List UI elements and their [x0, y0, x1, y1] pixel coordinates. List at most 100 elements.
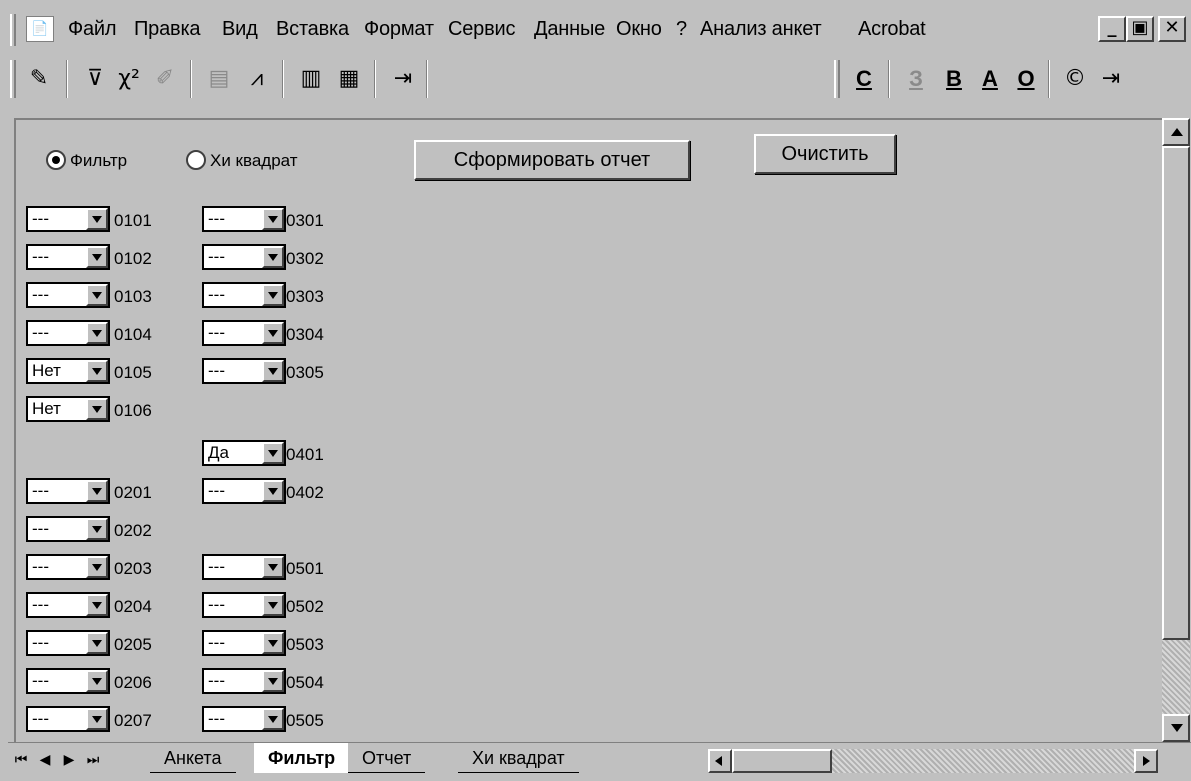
menu-edit[interactable]: Правка: [134, 18, 201, 41]
dropdown-arrow-icon[interactable]: [262, 632, 284, 654]
tab-report[interactable]: Отчет: [348, 743, 426, 773]
combo-0305[interactable]: ---: [202, 358, 286, 384]
radio-chi-square[interactable]: Хи квадрат: [186, 148, 298, 174]
combo-0304[interactable]: ---: [202, 320, 286, 346]
clear-icon[interactable]: ✐: [148, 62, 182, 96]
scroll-track[interactable]: [1162, 640, 1190, 714]
menu-tools[interactable]: Сервис: [448, 18, 515, 41]
dropdown-arrow-icon[interactable]: [86, 480, 108, 502]
dropdown-arrow-icon[interactable]: [262, 284, 284, 306]
combo-0401[interactable]: Да: [202, 440, 286, 466]
chi-square-icon[interactable]: χ²: [112, 62, 146, 96]
document-icon[interactable]: 📄: [26, 16, 54, 42]
toolbar-letter-a[interactable]: А: [974, 64, 1006, 96]
combo-0202[interactable]: ---: [26, 516, 110, 542]
chart-icon[interactable]: ⩘: [240, 62, 274, 96]
tab-filter[interactable]: Фильтр: [254, 743, 350, 773]
last-sheet-icon[interactable]: ⏭: [82, 749, 104, 771]
radio-filter[interactable]: Фильтр: [46, 148, 127, 174]
dropdown-arrow-icon[interactable]: [262, 670, 284, 692]
generate-report-button[interactable]: Сформировать отчет: [414, 140, 690, 180]
dropdown-arrow-icon[interactable]: [262, 556, 284, 578]
save-form-icon[interactable]: ▦: [332, 62, 366, 96]
toolbar-letter-v[interactable]: В: [938, 64, 970, 96]
horizontal-scrollbar[interactable]: [708, 749, 1158, 773]
menu-insert[interactable]: Вставка: [276, 18, 349, 41]
combo-0203[interactable]: ---: [26, 554, 110, 580]
combo-0502[interactable]: ---: [202, 592, 286, 618]
menu-grip[interactable]: [10, 14, 16, 46]
combo-0103[interactable]: ---: [26, 282, 110, 308]
combo-0205[interactable]: ---: [26, 630, 110, 656]
toolbar-letter-o[interactable]: О: [1010, 64, 1042, 96]
dropdown-arrow-icon[interactable]: [86, 322, 108, 344]
next-sheet-icon[interactable]: ▶: [58, 749, 80, 771]
dropdown-arrow-icon[interactable]: [86, 360, 108, 382]
dropdown-arrow-icon[interactable]: [262, 208, 284, 230]
dropdown-arrow-icon[interactable]: [262, 594, 284, 616]
dropdown-arrow-icon[interactable]: [262, 442, 284, 464]
dropdown-arrow-icon[interactable]: [86, 708, 108, 730]
edit-sheet-icon[interactable]: ✎: [22, 62, 56, 96]
scroll-left-button[interactable]: [708, 749, 732, 773]
radio-chi-square-dot[interactable]: [186, 150, 206, 170]
close-button[interactable]: ✕: [1158, 16, 1186, 42]
combo-0301[interactable]: ---: [202, 206, 286, 232]
toolbar-grip[interactable]: [10, 60, 16, 98]
combo-0207[interactable]: ---: [26, 706, 110, 732]
minimize-button[interactable]: _: [1098, 16, 1126, 42]
scroll-right-button[interactable]: [1134, 749, 1158, 773]
combo-0505[interactable]: ---: [202, 706, 286, 732]
combo-0402[interactable]: ---: [202, 478, 286, 504]
restore-button[interactable]: ▣: [1126, 16, 1154, 42]
dropdown-arrow-icon[interactable]: [262, 360, 284, 382]
dropdown-arrow-icon[interactable]: [262, 480, 284, 502]
combo-0204[interactable]: ---: [26, 592, 110, 618]
dropdown-arrow-icon[interactable]: [86, 518, 108, 540]
combo-0101[interactable]: ---: [26, 206, 110, 232]
dropdown-arrow-icon[interactable]: [86, 670, 108, 692]
scroll-thumb[interactable]: [1162, 146, 1190, 640]
exit-icon[interactable]: ⇥: [386, 62, 420, 96]
exit2-icon[interactable]: ⇥: [1094, 62, 1128, 96]
menu-help[interactable]: ?: [676, 18, 687, 41]
combo-0105[interactable]: Нет: [26, 358, 110, 384]
menu-survey-analysis[interactable]: Анализ анкет: [700, 18, 822, 41]
toolbar-letter-z[interactable]: З: [900, 64, 932, 96]
combo-0504[interactable]: ---: [202, 668, 286, 694]
dropdown-arrow-icon[interactable]: [262, 708, 284, 730]
tab-chi-square[interactable]: Хи квадрат: [458, 743, 579, 773]
combo-0106[interactable]: Нет: [26, 396, 110, 422]
dropdown-arrow-icon[interactable]: [86, 594, 108, 616]
vertical-scrollbar[interactable]: [1162, 118, 1190, 742]
menu-window[interactable]: Окно: [616, 18, 662, 41]
dropdown-arrow-icon[interactable]: [86, 246, 108, 268]
filter-icon[interactable]: ⊽: [78, 62, 112, 96]
tab-survey[interactable]: Анкета: [150, 743, 236, 773]
dropdown-arrow-icon[interactable]: [262, 246, 284, 268]
dropdown-arrow-icon[interactable]: [86, 632, 108, 654]
scroll-up-button[interactable]: [1162, 118, 1190, 146]
combo-0302[interactable]: ---: [202, 244, 286, 270]
report-icon[interactable]: ▤: [202, 62, 236, 96]
combo-0503[interactable]: ---: [202, 630, 286, 656]
menu-view[interactable]: Вид: [222, 18, 258, 41]
form-icon[interactable]: ▥: [294, 62, 328, 96]
combo-0102[interactable]: ---: [26, 244, 110, 270]
radio-filter-dot[interactable]: [46, 150, 66, 170]
dropdown-arrow-icon[interactable]: [86, 556, 108, 578]
combo-0104[interactable]: ---: [26, 320, 110, 346]
menu-file[interactable]: Файл: [68, 18, 117, 41]
dropdown-arrow-icon[interactable]: [86, 208, 108, 230]
toolbar2-grip[interactable]: [834, 60, 840, 98]
combo-0303[interactable]: ---: [202, 282, 286, 308]
dropdown-arrow-icon[interactable]: [86, 284, 108, 306]
menu-data[interactable]: Данные: [534, 18, 605, 41]
clear-button[interactable]: Очистить: [754, 134, 896, 174]
dropdown-arrow-icon[interactable]: [86, 398, 108, 420]
horizontal-scroll-thumb[interactable]: [732, 749, 832, 773]
copyright-icon[interactable]: ©: [1058, 62, 1092, 96]
first-sheet-icon[interactable]: ⏮: [10, 749, 32, 771]
prev-sheet-icon[interactable]: ◀: [34, 749, 56, 771]
dropdown-arrow-icon[interactable]: [262, 322, 284, 344]
